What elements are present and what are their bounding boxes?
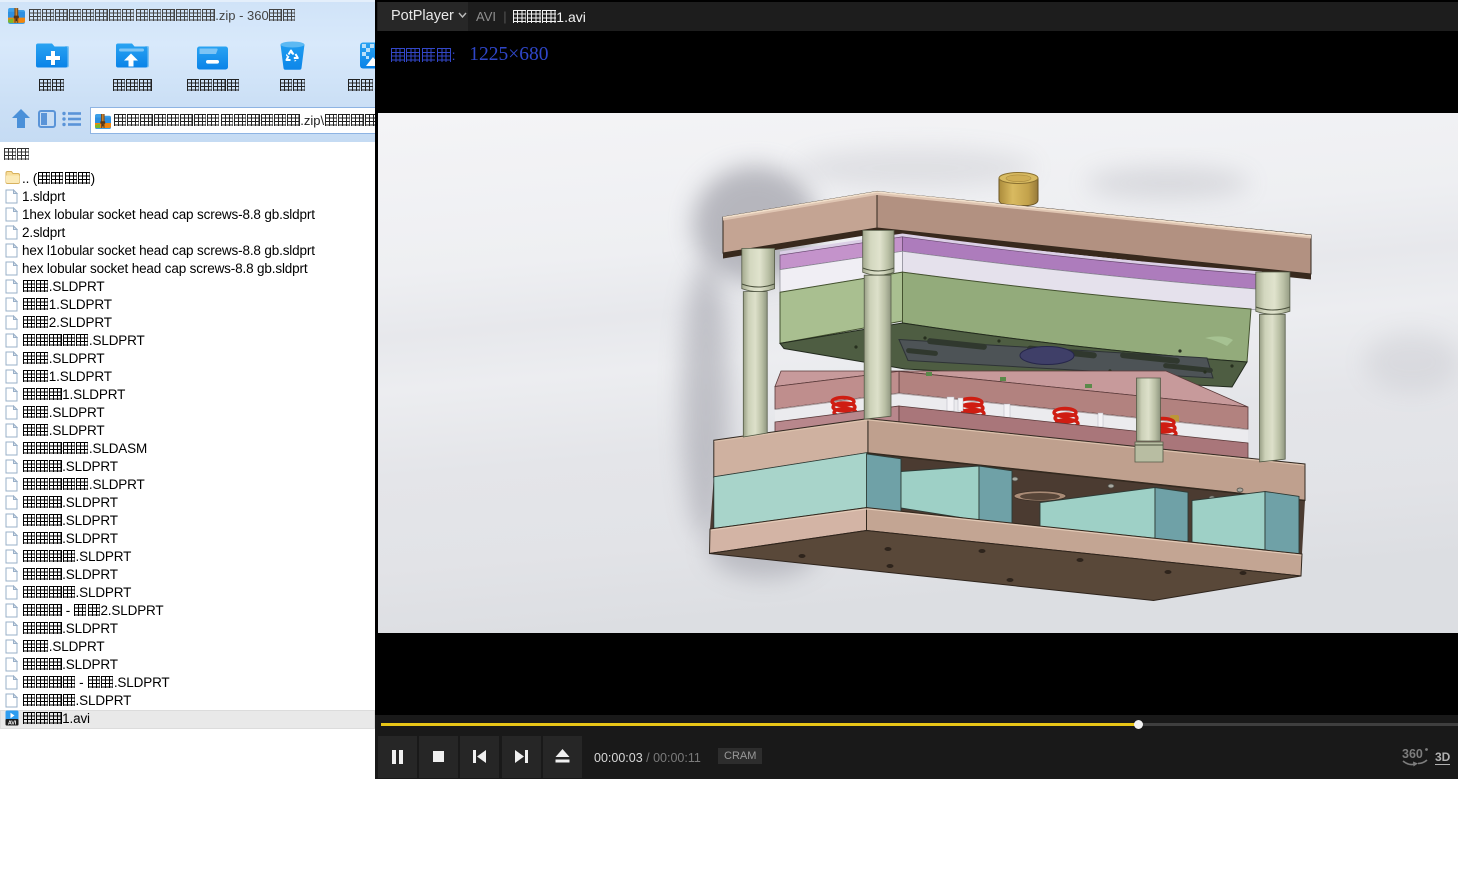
svg-text:AVI: AVI <box>8 721 17 727</box>
svg-text:360: 360 <box>1402 747 1423 761</box>
